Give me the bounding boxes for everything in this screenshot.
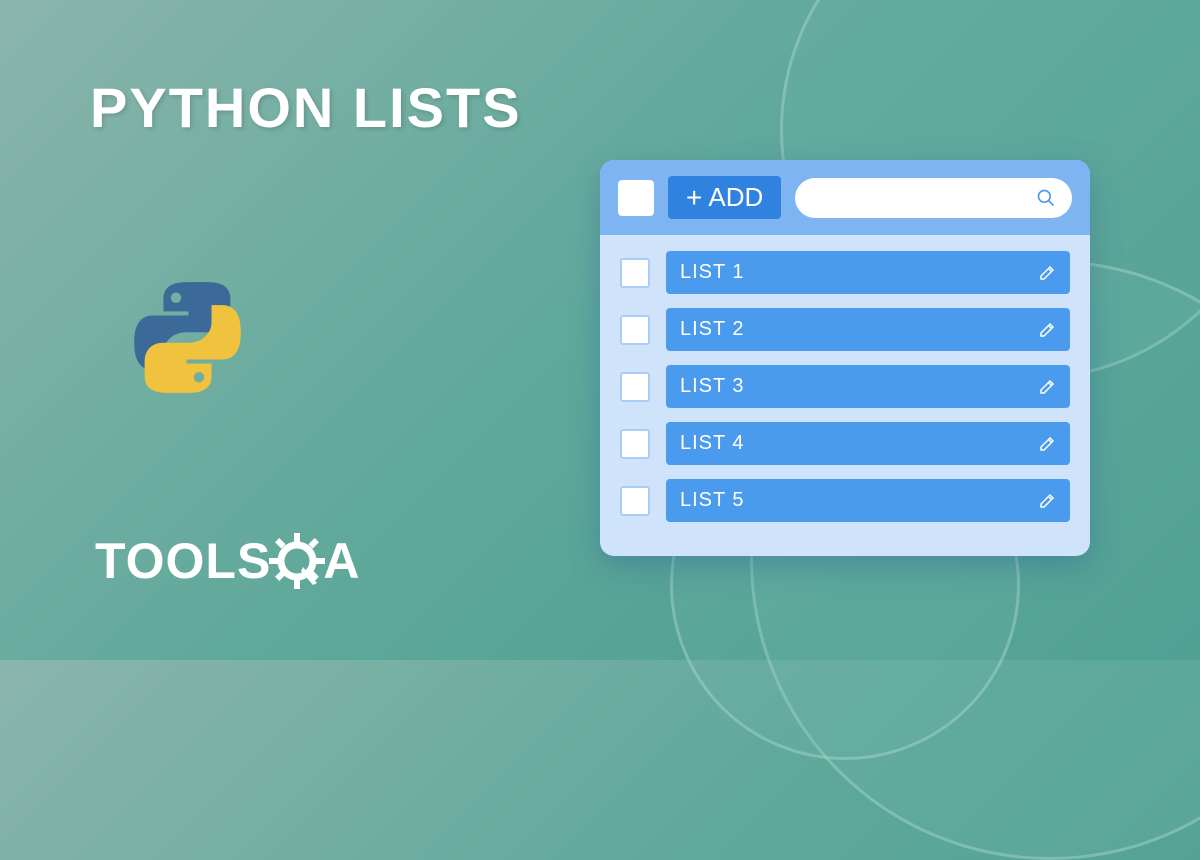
brand-text: A [323, 532, 360, 590]
item-checkbox[interactable] [620, 258, 650, 288]
edit-icon[interactable] [1038, 378, 1056, 396]
search-icon [1036, 188, 1056, 208]
item-checkbox[interactable] [620, 486, 650, 516]
list-area: LIST 1 LIST 2 LIST 3 LIST 4 [600, 235, 1090, 540]
edit-icon[interactable] [1038, 321, 1056, 339]
item-label: LIST 2 [680, 318, 745, 341]
select-all-checkbox[interactable] [618, 180, 654, 216]
item-checkbox[interactable] [620, 372, 650, 402]
list-item: LIST 3 [620, 365, 1070, 408]
item-label: LIST 5 [680, 489, 745, 512]
add-button-label: ADD [708, 182, 763, 213]
item-bar[interactable]: LIST 4 [666, 422, 1070, 465]
python-logo-icon [130, 280, 245, 395]
item-checkbox[interactable] [620, 429, 650, 459]
edit-icon[interactable] [1038, 492, 1056, 510]
item-label: LIST 3 [680, 375, 745, 398]
item-label: LIST 1 [680, 261, 745, 284]
search-input[interactable] [795, 178, 1072, 218]
list-item: LIST 2 [620, 308, 1070, 351]
item-bar[interactable]: LIST 1 [666, 251, 1070, 294]
list-item: LIST 1 [620, 251, 1070, 294]
panel-header: + ADD [600, 160, 1090, 235]
plus-icon: + [686, 184, 702, 212]
gear-icon [269, 533, 325, 589]
edit-icon[interactable] [1038, 435, 1056, 453]
list-item: LIST 4 [620, 422, 1070, 465]
item-bar[interactable]: LIST 2 [666, 308, 1070, 351]
item-checkbox[interactable] [620, 315, 650, 345]
add-button[interactable]: + ADD [668, 176, 781, 219]
item-bar[interactable]: LIST 5 [666, 479, 1070, 522]
item-bar[interactable]: LIST 3 [666, 365, 1070, 408]
edit-icon[interactable] [1038, 264, 1056, 282]
page-title: PYTHON LISTS [90, 75, 522, 140]
list-item: LIST 5 [620, 479, 1070, 522]
item-label: LIST 4 [680, 432, 745, 455]
brand-text: TOOLS [95, 532, 271, 590]
brand-logo: TOOLS A [95, 532, 360, 590]
list-panel: + ADD LIST 1 LIST 2 [600, 160, 1090, 556]
